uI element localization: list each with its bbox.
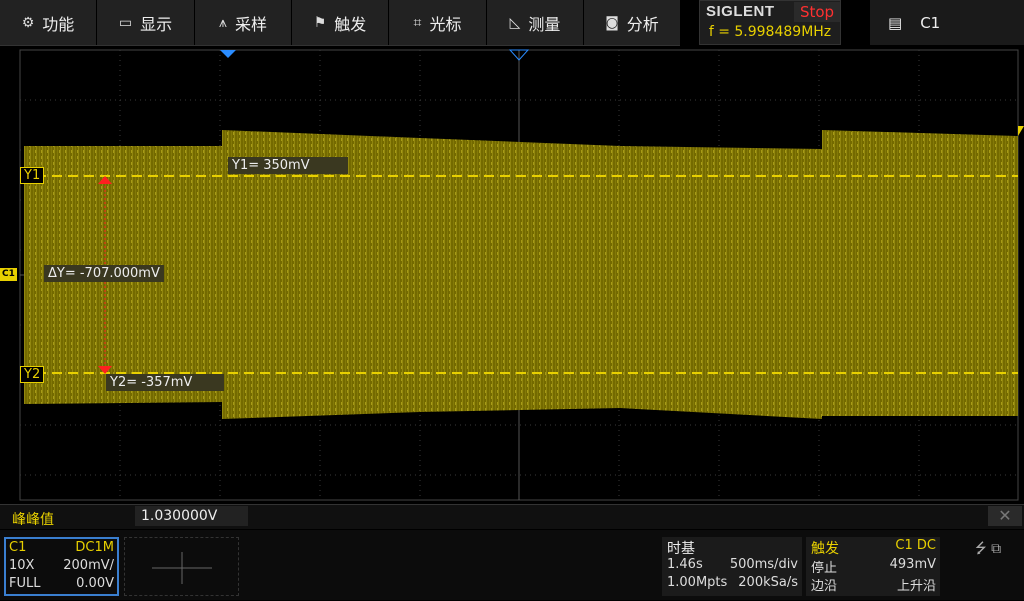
timebase-sample-rate: 200kSa/s: [738, 575, 798, 590]
trigger-level-marker[interactable]: [1018, 126, 1024, 136]
timebase-panel[interactable]: 时基 1.46s 500ms/div 1.00Mpts 200kSa/s: [662, 537, 802, 596]
trigger-state: 停止: [811, 561, 838, 576]
channel1-name: C1: [9, 540, 27, 555]
menu-analysis-label: 分析: [626, 14, 659, 34]
gear-icon: ⚙: [21, 14, 35, 31]
timebase-delay: 1.46s: [667, 557, 703, 572]
crosshair-icon: [152, 552, 212, 584]
trigger-slope: 上升沿: [896, 579, 936, 594]
run-status[interactable]: Stop: [794, 2, 840, 22]
menu-acquire-label: 采样: [234, 14, 267, 34]
timebase-title: 时基: [667, 541, 695, 557]
channel-selector-label: C1: [920, 13, 941, 32]
close-icon[interactable]: ✕: [988, 506, 1022, 526]
menu-display-label: 显示: [140, 14, 173, 34]
menu-analysis-button[interactable]: ◙ 分析: [584, 0, 681, 45]
measure-icon: ◺: [509, 14, 521, 31]
brand-panel: SIGLENT Stop f = 5.998489MHz: [699, 0, 841, 45]
menu-acquire-button[interactable]: ⩚ 采样: [195, 0, 292, 45]
network-icon: ⧉: [991, 541, 1002, 557]
flag-icon: ⚑: [313, 14, 327, 31]
channel1-settings[interactable]: C1 DC1M 10X 200mV/ FULL 0.00V: [4, 537, 119, 596]
monitor-icon: ▭: [118, 14, 133, 31]
measurement-name: 峰峰值: [12, 512, 54, 528]
menu-measure-button[interactable]: ◺ 测量: [487, 0, 584, 45]
menu-display-button[interactable]: ▭ 显示: [97, 0, 195, 45]
cursor-delta-readout: ΔY= -707.000mV: [44, 265, 164, 282]
brand-logo: SIGLENT: [706, 3, 775, 20]
menu-cursors-button[interactable]: ⌗ 光标: [389, 0, 487, 45]
channel1-offset: 0.00V: [76, 576, 114, 591]
trigger-panel[interactable]: 触发 C1 DC 停止 493mV 边沿 上升沿: [806, 537, 940, 596]
acquire-icon: ⩚: [219, 14, 227, 31]
cursor-y1-readout: Y1= 350mV: [228, 157, 348, 174]
timebase-scale: 500ms/div: [729, 557, 798, 572]
timebase-memory: 1.00Mpts: [667, 575, 728, 590]
trigger-type: 边沿: [811, 579, 838, 594]
channel1-coupling: DC1M: [75, 540, 114, 555]
channel1-bandwidth: FULL: [9, 576, 41, 591]
menu-cursors-label: 光标: [429, 14, 462, 34]
cursor-y2-readout: Y2= -357mV: [106, 374, 224, 391]
add-channel-slot[interactable]: [124, 537, 239, 596]
system-icons: ⭍ ⧉: [975, 538, 1001, 562]
menu-trigger-label: 触发: [334, 14, 367, 34]
channel-selector[interactable]: ▤ C1: [870, 0, 1024, 45]
analysis-icon: ◙: [605, 14, 619, 31]
trigger-source: C1 DC: [895, 538, 936, 553]
trigger-position-marker[interactable]: [220, 50, 236, 58]
cursor-grid-icon: ⌗: [413, 14, 422, 31]
menu-utility-button[interactable]: ⚙ 功能: [0, 0, 97, 45]
trigger-title: 触发: [811, 541, 839, 557]
channel1-ground-marker[interactable]: C1: [0, 268, 17, 281]
channel1-scale: 200mV/: [63, 558, 114, 573]
channel1-probe: 10X: [9, 558, 35, 573]
measurement-value: 1.030000V: [135, 506, 248, 526]
usb-icon: ⭍: [975, 541, 987, 557]
menu-utility-label: 功能: [42, 14, 75, 34]
cursor-y1-tag[interactable]: Y1: [20, 167, 45, 184]
list-icon: ▤: [888, 13, 903, 32]
frequency-counter: f = 5.998489MHz: [708, 24, 832, 40]
trigger-level: 493mV: [889, 557, 936, 572]
cursor-y2-tag[interactable]: Y2: [20, 366, 45, 383]
menu-trigger-button[interactable]: ⚑ 触发: [292, 0, 389, 45]
menu-measure-label: 测量: [528, 14, 561, 34]
